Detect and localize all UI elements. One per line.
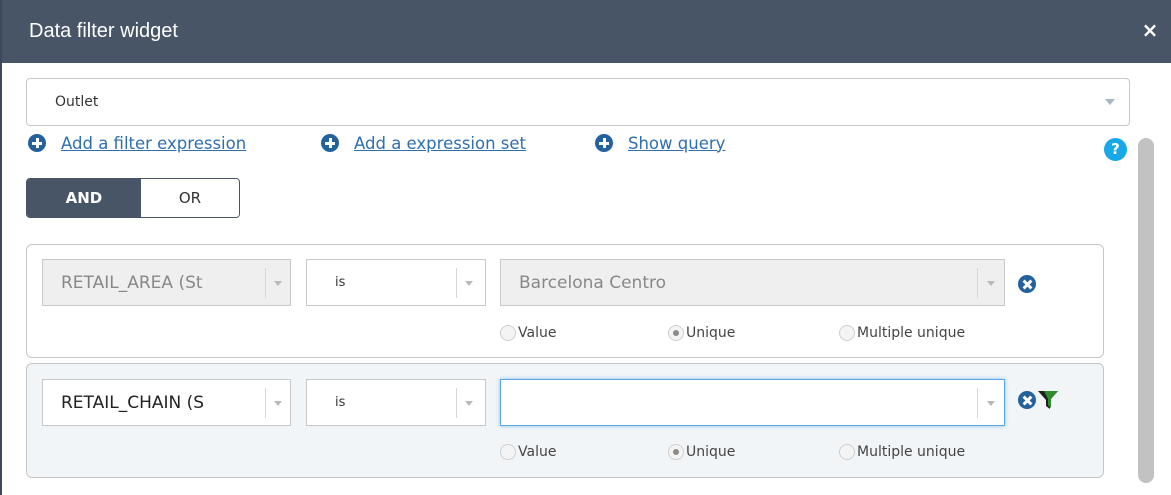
operator-select[interactable]: is [306,379,486,426]
chevron-down-icon [274,401,282,406]
add-filter-expression-link[interactable]: Add a filter expression [28,131,246,155]
plus-circle-icon [321,134,339,152]
select-divider [265,268,266,298]
radio-label: Value [518,444,557,460]
layer-select-value: Outlet [55,94,99,110]
add-filter-expression-label[interactable]: Add a filter expression [61,134,246,153]
field-select[interactable]: RETAIL_CHAIN (S [42,379,291,426]
select-divider [456,388,457,418]
remove-expression-icon[interactable] [1018,275,1036,293]
chevron-down-icon [1105,99,1115,105]
value-select-value: Barcelona Centro [519,273,667,293]
data-filter-dialog: Data filter widget × Outlet Add a filter… [0,0,1171,495]
logic-toggle: AND OR [26,178,240,218]
title-bar: Data filter widget × [2,0,1171,63]
field-select-value: RETAIL_CHAIN (S [61,393,205,413]
show-query-label[interactable]: Show query [628,134,725,153]
scrollbar[interactable] [1138,138,1154,483]
plus-circle-icon [595,134,613,152]
chevron-down-icon [987,281,995,286]
select-divider [977,388,978,418]
close-button[interactable]: × [1139,18,1161,42]
mode-multiple-unique-option[interactable]: Multiple unique [839,325,965,341]
scrollbar-thumb[interactable] [1138,138,1154,483]
help-icon[interactable]: ? [1104,138,1127,161]
mode-value-option[interactable]: Value [500,444,556,460]
mode-unique-option[interactable]: Unique [668,325,735,341]
add-expression-set-link[interactable]: Add a expression set [321,131,526,155]
radio-button-selected[interactable] [668,444,684,460]
value-select[interactable] [500,379,1005,426]
select-divider [977,268,978,298]
radio-label: Value [518,325,557,341]
chevron-down-icon [987,401,995,406]
chevron-down-icon [274,281,282,286]
filter-expression-2: RETAIL_CHAIN (S is Value Unique Multiple… [26,363,1104,478]
add-expression-set-label[interactable]: Add a expression set [354,134,526,153]
radio-label: Unique [686,444,736,460]
operator-select-value: is [335,275,346,290]
radio-label: Multiple unique [857,325,966,341]
operator-select-value: is [335,395,346,410]
or-button[interactable]: OR [140,179,239,217]
mode-unique-option[interactable]: Unique [668,444,735,460]
radio-button[interactable] [839,444,855,460]
filter-funnel-icon[interactable] [1036,388,1060,412]
radio-label: Multiple unique [857,444,966,460]
select-divider [265,388,266,418]
radio-button[interactable] [839,325,855,341]
radio-button[interactable] [500,325,516,341]
radio-label: Unique [686,325,736,341]
chevron-down-icon [465,401,473,406]
mode-value-option[interactable]: Value [500,325,556,341]
window-title: Data filter widget [29,20,178,42]
radio-button[interactable] [500,444,516,460]
filter-expression-1: RETAIL_AREA (St is Barcelona Centro Valu… [26,244,1104,358]
show-query-link[interactable]: Show query [595,131,725,155]
and-button[interactable]: AND [27,179,141,217]
operator-select[interactable]: is [306,259,486,306]
value-select[interactable]: Barcelona Centro [500,259,1005,306]
radio-button-selected[interactable] [668,325,684,341]
plus-circle-icon [28,134,46,152]
field-select-value: RETAIL_AREA (St [61,273,203,293]
chevron-down-icon [465,281,473,286]
layer-select[interactable]: Outlet [26,78,1130,126]
field-select[interactable]: RETAIL_AREA (St [42,259,291,306]
mode-multiple-unique-option[interactable]: Multiple unique [839,444,965,460]
select-divider [456,268,457,298]
remove-expression-icon[interactable] [1018,391,1036,409]
